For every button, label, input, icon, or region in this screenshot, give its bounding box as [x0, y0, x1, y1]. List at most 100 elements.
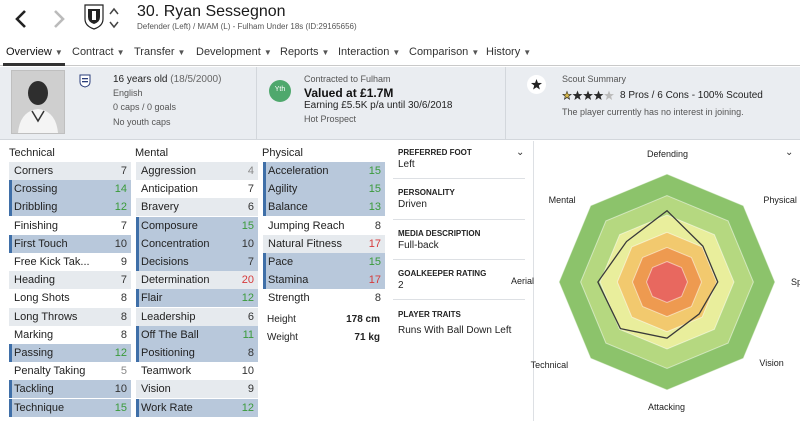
attribute-row[interactable]: Technique 15 — [9, 398, 131, 417]
attribute-label: Acceleration — [268, 165, 329, 177]
attribute-label: Off The Ball — [141, 328, 199, 341]
attribute-value: 4 — [247, 165, 254, 177]
attribute-row[interactable]: First Touch 10 — [9, 234, 131, 253]
attribute-label: Marking — [14, 328, 54, 341]
attribute-row[interactable]: Dribbling 12 — [9, 198, 131, 217]
player-traits-value[interactable]: Runs With Ball Down Left — [398, 325, 511, 336]
forward-button[interactable] — [47, 6, 71, 32]
player-subtitle: Defender (Left) / M/AM (L) - Fulham Unde… — [137, 22, 357, 31]
key-attribute-marker — [9, 380, 12, 399]
player-age: 16 years old (18/5/2000) — [113, 74, 222, 85]
weight-label: Weight — [267, 332, 298, 343]
chevron-down-icon: ▼ — [471, 48, 480, 57]
technical-heading: Technical — [9, 147, 55, 159]
attribute-row[interactable]: Leadership 6 — [136, 307, 258, 326]
attribute-label: Positioning — [141, 347, 195, 359]
tab-transfer[interactable]: Transfer ▼ — [134, 46, 185, 58]
attribute-row[interactable]: Acceleration 15 — [263, 162, 385, 180]
attribute-row[interactable]: Vision 9 — [136, 380, 258, 399]
attribute-row[interactable]: Strength 8 — [263, 289, 385, 307]
radar-label: Defending — [647, 149, 689, 159]
attribute-row[interactable]: Passing 12 — [9, 344, 131, 362]
club-badge-icon[interactable] — [84, 4, 104, 30]
tab-comparison[interactable]: Comparison ▼ — [409, 46, 479, 58]
key-attribute-marker — [136, 234, 139, 253]
tab-history[interactable]: History ▼ — [486, 46, 531, 58]
player-name: 30. Ryan Sessegnon — [137, 3, 286, 20]
tab-interaction[interactable]: Interaction ▼ — [338, 46, 400, 58]
player-status: Hot Prospect — [304, 114, 357, 124]
chevron-down-icon[interactable]: ⌄ — [516, 147, 524, 158]
radar-label: Physical — [763, 194, 797, 205]
attribute-label: Tackling — [14, 383, 54, 396]
radar-label: Technical — [530, 360, 569, 371]
attribute-row[interactable]: Penalty Taking 5 — [9, 362, 131, 380]
attribute-row[interactable]: Teamwork 10 — [136, 362, 258, 380]
divider — [505, 67, 506, 140]
personality-value: Driven — [398, 199, 427, 210]
attribute-value: 10 — [241, 365, 254, 378]
key-attribute-marker — [9, 180, 12, 199]
key-attribute-marker — [9, 344, 12, 362]
scout-interest: The player currently has no interest in … — [562, 107, 744, 117]
attribute-label: Aggression — [141, 165, 197, 177]
attribute-row[interactable]: Off The Ball 11 — [136, 325, 258, 344]
attribute-row[interactable]: Concentration 10 — [136, 234, 258, 253]
goalkeeper-rating-value: 2 — [398, 280, 404, 291]
attribute-row[interactable]: Long Throws 8 — [9, 307, 131, 326]
attribute-row[interactable]: Long Shots 8 — [9, 289, 131, 307]
attribute-row[interactable]: Corners 7 — [9, 162, 131, 180]
attribute-row[interactable]: Positioning 8 — [136, 344, 258, 362]
attribute-row[interactable]: Flair 12 — [136, 289, 258, 308]
attribute-row[interactable]: Jumping Reach 8 — [263, 217, 385, 235]
attribute-row[interactable]: Aggression 4 — [136, 162, 258, 180]
radar-label: Aerial — [511, 276, 535, 286]
radar-label: Attacking — [648, 402, 686, 412]
player-photo[interactable] — [11, 70, 65, 134]
attribute-label: Teamwork — [141, 365, 192, 378]
chevron-down-icon: ▼ — [177, 48, 186, 57]
sort-arrows-icon[interactable] — [109, 6, 119, 30]
attribute-row[interactable]: Crossing 14 — [9, 180, 131, 199]
attribute-row[interactable]: Agility 15 — [263, 180, 385, 199]
attribute-row[interactable]: Pace 15 — [263, 253, 385, 271]
attribute-row[interactable]: Stamina 17 — [263, 271, 385, 290]
attribute-row[interactable]: Balance 13 — [263, 198, 385, 217]
tab-contract[interactable]: Contract ▼ — [72, 46, 125, 58]
active-tab-indicator — [3, 63, 65, 66]
attribute-label: Flair — [141, 292, 163, 305]
attribute-row[interactable]: Determination 20 — [136, 271, 258, 290]
tab-overview[interactable]: Overview ▼ — [6, 46, 63, 58]
attribute-row[interactable]: Free Kick Tak... 9 — [9, 253, 131, 271]
attribute-row[interactable]: Composure 15 — [136, 216, 258, 235]
attribute-row[interactable]: Finishing 7 — [9, 217, 131, 235]
mental-heading: Mental — [135, 147, 169, 159]
attribute-value: 12 — [241, 292, 254, 305]
attribute-label: Dribbling — [14, 201, 58, 214]
tab-reports[interactable]: Reports ▼ — [280, 46, 329, 58]
divider — [393, 299, 525, 300]
key-attribute-marker — [9, 234, 12, 253]
attribute-row[interactable]: Natural Fitness 17 — [263, 234, 385, 253]
attribute-label: Stamina — [268, 274, 309, 287]
key-attribute-marker — [136, 344, 139, 362]
attribute-row[interactable]: Work Rate 12 — [136, 398, 258, 417]
media-description-title: MEDIA DESCRIPTION — [398, 229, 481, 238]
attribute-row[interactable]: Anticipation 7 — [136, 180, 258, 198]
attribute-row[interactable]: Heading 7 — [9, 271, 131, 290]
attribute-row[interactable]: Decisions 7 — [136, 253, 258, 271]
back-button[interactable] — [9, 6, 33, 32]
tab-development[interactable]: Development ▼ — [196, 46, 272, 58]
attribute-row[interactable]: Bravery 6 — [136, 198, 258, 217]
attribute-value: 6 — [247, 310, 254, 323]
attribute-label: Vision — [141, 383, 171, 396]
attribute-label: Long Shots — [14, 292, 70, 305]
attribute-label: Anticipation — [141, 183, 198, 196]
attribute-row[interactable]: Tackling 10 — [9, 380, 131, 399]
attribute-value: 7 — [247, 183, 254, 196]
attribute-value: 10 — [114, 237, 127, 250]
attribute-value: 14 — [114, 183, 127, 196]
contract-to: Contracted to Fulham — [304, 74, 391, 84]
attribute-value: 12 — [114, 201, 127, 214]
attribute-row[interactable]: Marking 8 — [9, 326, 131, 344]
